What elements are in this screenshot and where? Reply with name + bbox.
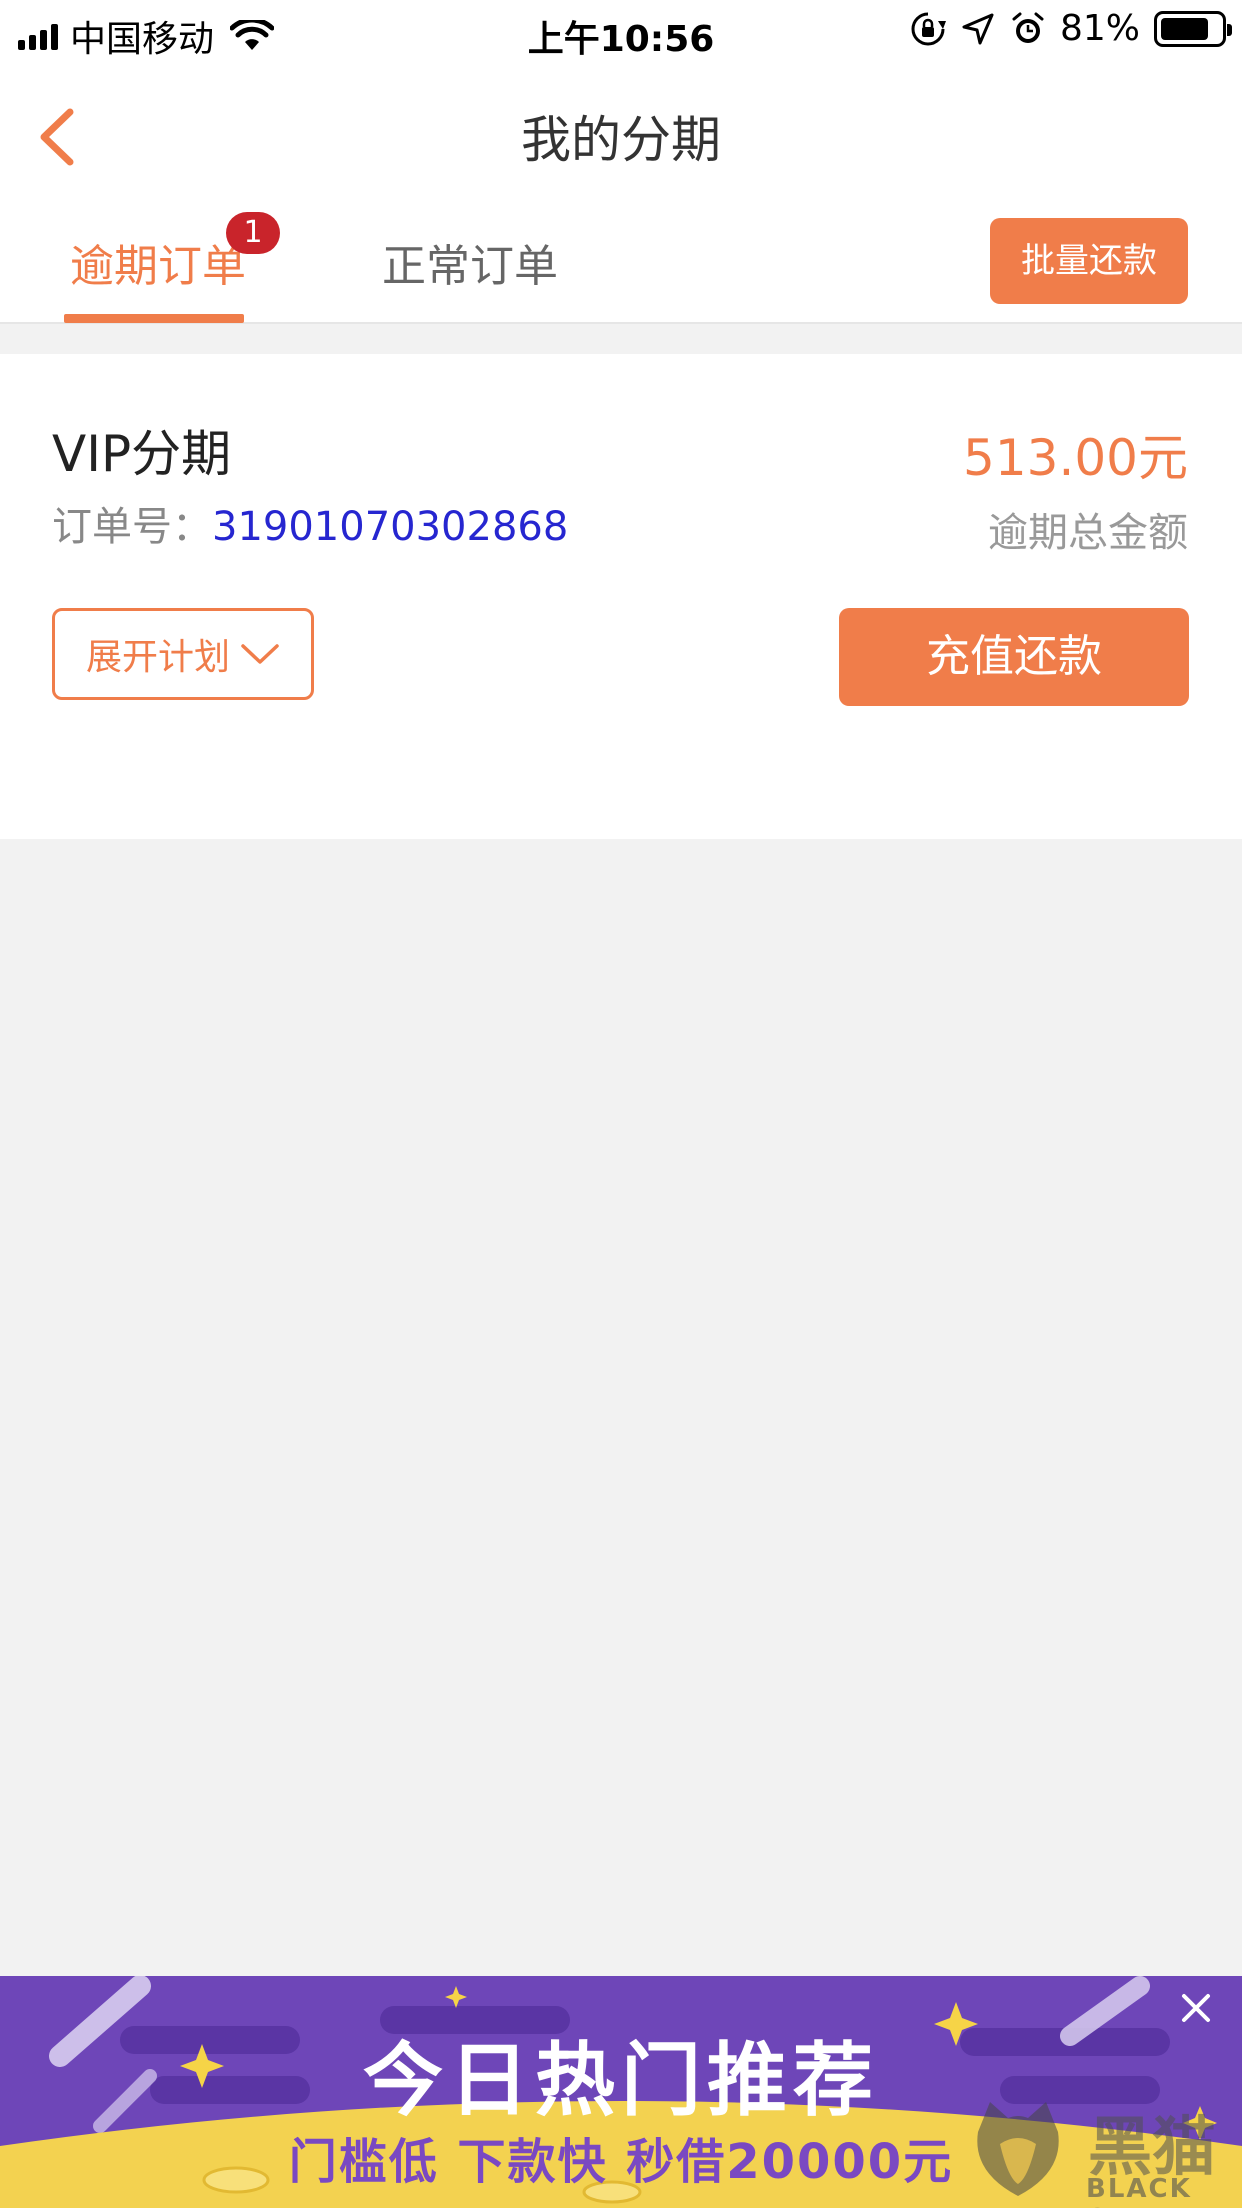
overdue-amount: 513.00元 <box>963 429 1188 487</box>
order-card: VIP分期 订单号：31901070302868 513.00元 逾期总金额 展… <box>0 354 1242 839</box>
overdue-count-badge: 1 <box>226 212 280 254</box>
expand-plan-label: 展开计划 <box>85 637 230 678</box>
black-cat-logo <box>977 2102 1059 2196</box>
chevron-down-icon <box>241 644 279 664</box>
location-icon <box>962 13 994 44</box>
order-title: VIP分期 <box>52 425 232 483</box>
alarm-icon <box>1012 12 1044 43</box>
battery-icon <box>1154 10 1232 47</box>
watermark-subtitle: BLACK CAT <box>1086 2174 1192 2208</box>
order-tabs: 逾期订单 1 正常订单 批量还款 <box>0 192 1242 324</box>
black-cat-watermark: 黑猫 BLACK CAT <box>970 2086 1242 2208</box>
order-number: 31901070302868 <box>212 504 569 550</box>
orientation-lock-icon <box>911 12 946 45</box>
tab-normal-orders[interactable]: 正常订单 <box>382 230 558 294</box>
close-icon[interactable] <box>1172 1984 1220 2032</box>
battery-fill <box>1161 17 1208 40</box>
recharge-repay-button[interactable]: 充值还款 <box>839 608 1189 706</box>
nav-bar: 我的分期 <box>0 62 1242 192</box>
batch-repay-button[interactable]: 批量还款 <box>990 218 1188 304</box>
expand-plan-button[interactable]: 展开计划 <box>52 608 314 700</box>
tab-overdue-orders[interactable]: 逾期订单 <box>70 230 246 294</box>
promo-banner[interactable]: 今日热门推荐 门槛低 下款快 秒借20000元 黑猫 BLACK CAT <box>0 1976 1242 2208</box>
order-number-line: 订单号：31901070302868 <box>52 494 568 552</box>
status-right: 81% <box>910 8 1232 49</box>
overdue-amount-label: 逾期总金额 <box>988 510 1188 556</box>
page-title: 我的分期 <box>521 111 721 169</box>
status-bar: 中国移动 上午10:56 81% <box>0 0 1242 62</box>
active-tab-indicator <box>64 314 244 323</box>
battery-percent: 81% <box>1059 8 1140 49</box>
order-number-label: 订单号： <box>52 504 212 550</box>
